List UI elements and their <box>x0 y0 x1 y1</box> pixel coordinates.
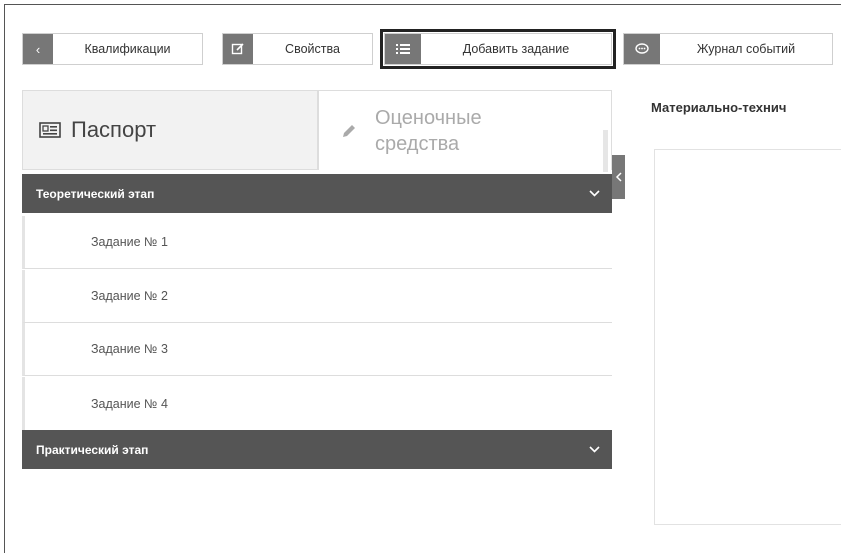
task-item-label: Задание № 3 <box>91 342 168 356</box>
event-log-button-label: Журнал событий <box>696 42 796 56</box>
tab-passport-label: Паспорт <box>71 117 157 142</box>
tab-assessment-label: Оценочные средства <box>375 105 482 157</box>
task-item-4[interactable]: Задание № 4 <box>22 377 612 430</box>
scrollbar[interactable] <box>603 130 608 172</box>
chat-icon <box>624 34 660 64</box>
add-task-button-label: Добавить задание <box>462 42 570 56</box>
tab-passport[interactable]: Паспорт <box>22 90 318 170</box>
edit-icon <box>223 34 253 64</box>
list-icon <box>385 34 421 64</box>
task-item-2[interactable]: Задание № 2 <box>22 270 612 323</box>
tab-assessment-tools[interactable]: Оценочные средства <box>318 90 612 170</box>
chevron-down-icon <box>589 446 600 453</box>
pencil-icon <box>341 123 357 139</box>
add-task-button[interactable]: Добавить задание <box>380 29 616 69</box>
tab-assessment-line2: средства <box>375 132 460 155</box>
properties-button-label: Свойства <box>285 42 340 56</box>
chevron-left-icon: ‹ <box>23 34 53 64</box>
properties-button[interactable]: Свойства <box>222 33 373 65</box>
section-practice-header[interactable]: Практический этап <box>22 430 612 469</box>
section-theory-title: Теоретический этап <box>36 186 155 201</box>
task-item-1[interactable]: Задание № 1 <box>22 216 612 269</box>
event-log-button[interactable]: Журнал событий <box>623 33 833 65</box>
back-to-qualifications-button[interactable]: ‹ Квалификации <box>22 33 203 65</box>
chevron-down-icon <box>589 190 600 197</box>
back-button-label: Квалификации <box>84 42 171 56</box>
task-item-label: Задание № 1 <box>91 235 168 249</box>
task-item-label: Задание № 4 <box>91 396 168 411</box>
collapse-sidebar-handle[interactable] <box>612 155 625 199</box>
content-title: Материально-технич <box>651 100 787 115</box>
tab-assessment-line1: Оценочные <box>375 106 482 129</box>
chevron-left-icon <box>615 172 623 182</box>
task-item-3[interactable]: Задание № 3 <box>22 323 612 376</box>
task-item-label: Задание № 2 <box>91 289 168 303</box>
id-card-icon <box>39 122 61 138</box>
section-practice-title: Практический этап <box>36 442 149 457</box>
section-theory-header[interactable]: Теоретический этап <box>22 174 612 213</box>
content-panel <box>654 149 841 525</box>
